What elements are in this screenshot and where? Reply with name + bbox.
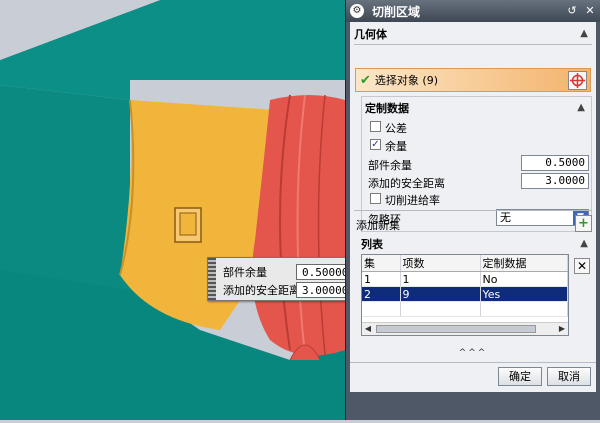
reset-icon[interactable]: ↺ (564, 3, 580, 19)
collapse-icon: ▲ (580, 28, 588, 39)
part-stock-input[interactable]: 0.5000 (521, 155, 589, 171)
custom-data-group: 定制数据 ▲ 公差 ✓ 余量 部件余量 0.5000 添加的安全距离 3.000… (361, 96, 592, 232)
geometry-section-header[interactable]: 几何体 ▲ (354, 25, 592, 42)
tooltip-grip[interactable] (208, 258, 216, 300)
select-object-label: 选择对象 (9) (374, 74, 438, 87)
collapse-icon: ▲ (580, 238, 588, 249)
add-set-label: 添加新集 (356, 219, 400, 232)
tooltip-clearance-label: 添加的安全距离 (223, 284, 300, 297)
cell-count: 9 (400, 286, 481, 302)
cell-set: 1 (362, 271, 401, 287)
add-set-button[interactable]: + (575, 215, 592, 232)
feed-rate-label: 切削进给率 (385, 194, 440, 207)
cell-count: 1 (400, 271, 481, 287)
cut-area-dialog: ⚙ 切削区域 ↺ ✕ 几何体 ▲ ✔ 选择对象 (9) 定制数据 ▲ 公差 ✓ … (345, 0, 600, 420)
cell-set: 2 (362, 286, 401, 302)
stock-checkbox-label: 余量 (385, 140, 407, 153)
col-header-count[interactable]: 项数 (400, 255, 481, 272)
clearance-label: 添加的安全距离 (368, 177, 445, 190)
dialog-title: 切削区域 (372, 4, 421, 19)
cell-custom: No (480, 271, 568, 287)
tooltip-part-stock-label: 部件余量 (223, 266, 267, 279)
feed-rate-checkbox[interactable] (370, 193, 381, 204)
cell-custom: Yes (480, 286, 568, 302)
table-row[interactable]: 1 1 No (362, 271, 568, 287)
select-object-row[interactable]: ✔ 选择对象 (9) (355, 68, 591, 92)
ignore-loop-value: 无 (500, 211, 511, 224)
scroll-left-icon[interactable]: ◀ (362, 323, 374, 335)
scroll-thumb[interactable] (376, 325, 536, 333)
clearance-input[interactable]: 3.0000 (521, 173, 589, 189)
list-section-header[interactable]: 列表 ▲ (361, 235, 592, 252)
stock-tooltip: 部件余量 添加的安全距离 (207, 257, 358, 301)
gear-icon: ⚙ (350, 4, 364, 18)
table-row[interactable]: 2 9 Yes (362, 286, 568, 302)
table-row (362, 301, 568, 317)
tolerance-checkbox[interactable] (370, 121, 381, 132)
col-header-set[interactable]: 集 (362, 255, 401, 272)
set-list[interactable]: 集 项数 定制数据 1 1 No 2 9 Yes ◀ ▶ (361, 254, 569, 336)
dialog-titlebar[interactable]: ⚙ 切削区域 ↺ ✕ (346, 0, 600, 22)
delete-set-button[interactable]: ✕ (574, 258, 590, 274)
list-header-label: 列表 (361, 237, 383, 251)
divider (350, 362, 596, 363)
stock-checkbox[interactable]: ✓ (370, 139, 381, 150)
scroll-right-icon[interactable]: ▶ (556, 323, 568, 335)
tolerance-label: 公差 (385, 122, 407, 135)
col-header-custom[interactable]: 定制数据 (480, 255, 568, 272)
ok-button[interactable]: 确定 (498, 367, 542, 386)
collapse-icon: ▲ (577, 102, 585, 113)
dialog-body: 几何体 ▲ ✔ 选择对象 (9) 定制数据 ▲ 公差 ✓ 余量 部件余量 0.5… (350, 22, 596, 392)
divider (354, 210, 592, 211)
custom-data-header[interactable]: 定制数据 ▲ (365, 99, 589, 116)
cancel-button[interactable]: 取消 (547, 367, 591, 386)
custom-data-header-label: 定制数据 (365, 101, 409, 115)
close-icon[interactable]: ✕ (582, 3, 598, 19)
crosshair-icon (570, 73, 585, 88)
select-object-button[interactable] (568, 71, 587, 90)
geometry-header-label: 几何体 (354, 27, 387, 41)
more-options-toggle[interactable]: ^^^ (350, 348, 596, 360)
check-icon: ✔ (360, 72, 371, 88)
divider (354, 44, 592, 45)
horizontal-scrollbar[interactable]: ◀ ▶ (362, 322, 568, 335)
part-stock-label: 部件余量 (368, 159, 412, 172)
